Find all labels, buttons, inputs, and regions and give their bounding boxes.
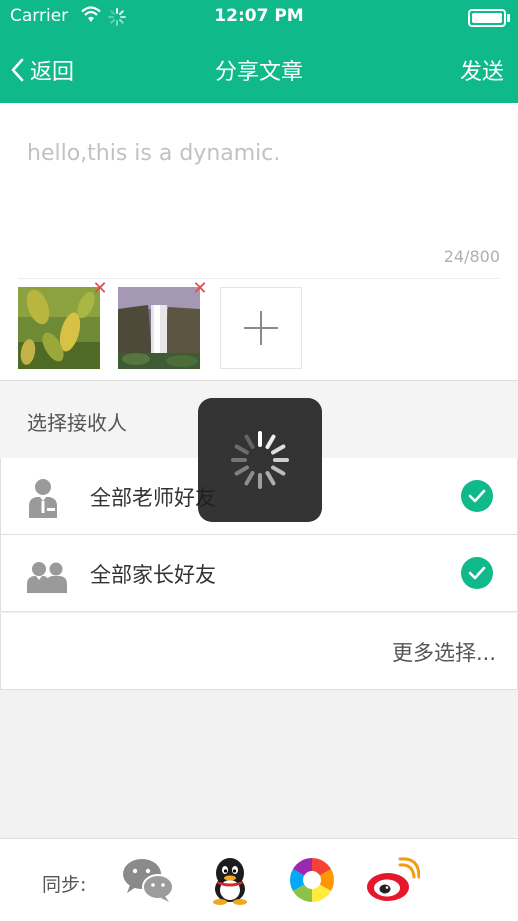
teacher-icon: [29, 479, 57, 518]
weibo-icon[interactable]: [364, 855, 420, 905]
recipients-header-label: 选择接收人: [27, 411, 127, 435]
sync-label: 同步:: [42, 874, 87, 896]
status-bar: Carrier 12:07 PM: [0, 0, 518, 34]
recipient-row-parents[interactable]: 全部家长好友: [0, 535, 518, 612]
page-title: 分享文章: [214, 60, 303, 85]
loading-spinner-icon: [231, 431, 289, 489]
delete-attachment-icon[interactable]: ✕: [190, 279, 210, 299]
add-image-button[interactable]: [220, 287, 302, 369]
status-time: 12:07 PM: [214, 6, 304, 26]
moments-icon[interactable]: [284, 855, 340, 905]
more-options-link[interactable]: 更多选择...: [392, 637, 496, 667]
sync-bar: 同步:: [0, 838, 518, 921]
app-header: Carrier 12:07 PM 返回 分享文章 发送: [0, 0, 518, 103]
character-counter: 24/800: [443, 247, 500, 266]
content-textarea[interactable]: hello,this is a dynamic.: [27, 141, 280, 166]
wechat-icon[interactable]: [120, 855, 176, 905]
leaves-photo: [18, 287, 100, 369]
checkmark-icon[interactable]: [461, 480, 493, 512]
attachment-thumbnail[interactable]: ✕: [18, 279, 108, 369]
send-button[interactable]: 发送: [460, 54, 504, 86]
checkmark-icon[interactable]: [461, 557, 493, 589]
delete-attachment-icon[interactable]: ✕: [90, 279, 110, 299]
loading-indicator: [198, 398, 322, 522]
recipient-label: 全部家长好友: [90, 563, 216, 587]
parents-icon: [27, 562, 67, 593]
attachment-list: ✕ ✕: [18, 279, 302, 369]
waterfall-photo: [118, 287, 200, 369]
compose-area: hello,this is a dynamic. 24/800 ✕ ✕: [0, 103, 518, 380]
nav-bar: 返回 分享文章 发送: [0, 44, 518, 94]
battery-icon: [468, 9, 510, 27]
attachment-thumbnail[interactable]: ✕: [118, 279, 208, 369]
qq-icon[interactable]: [202, 855, 258, 905]
more-options-row[interactable]: 更多选择...: [0, 613, 518, 690]
